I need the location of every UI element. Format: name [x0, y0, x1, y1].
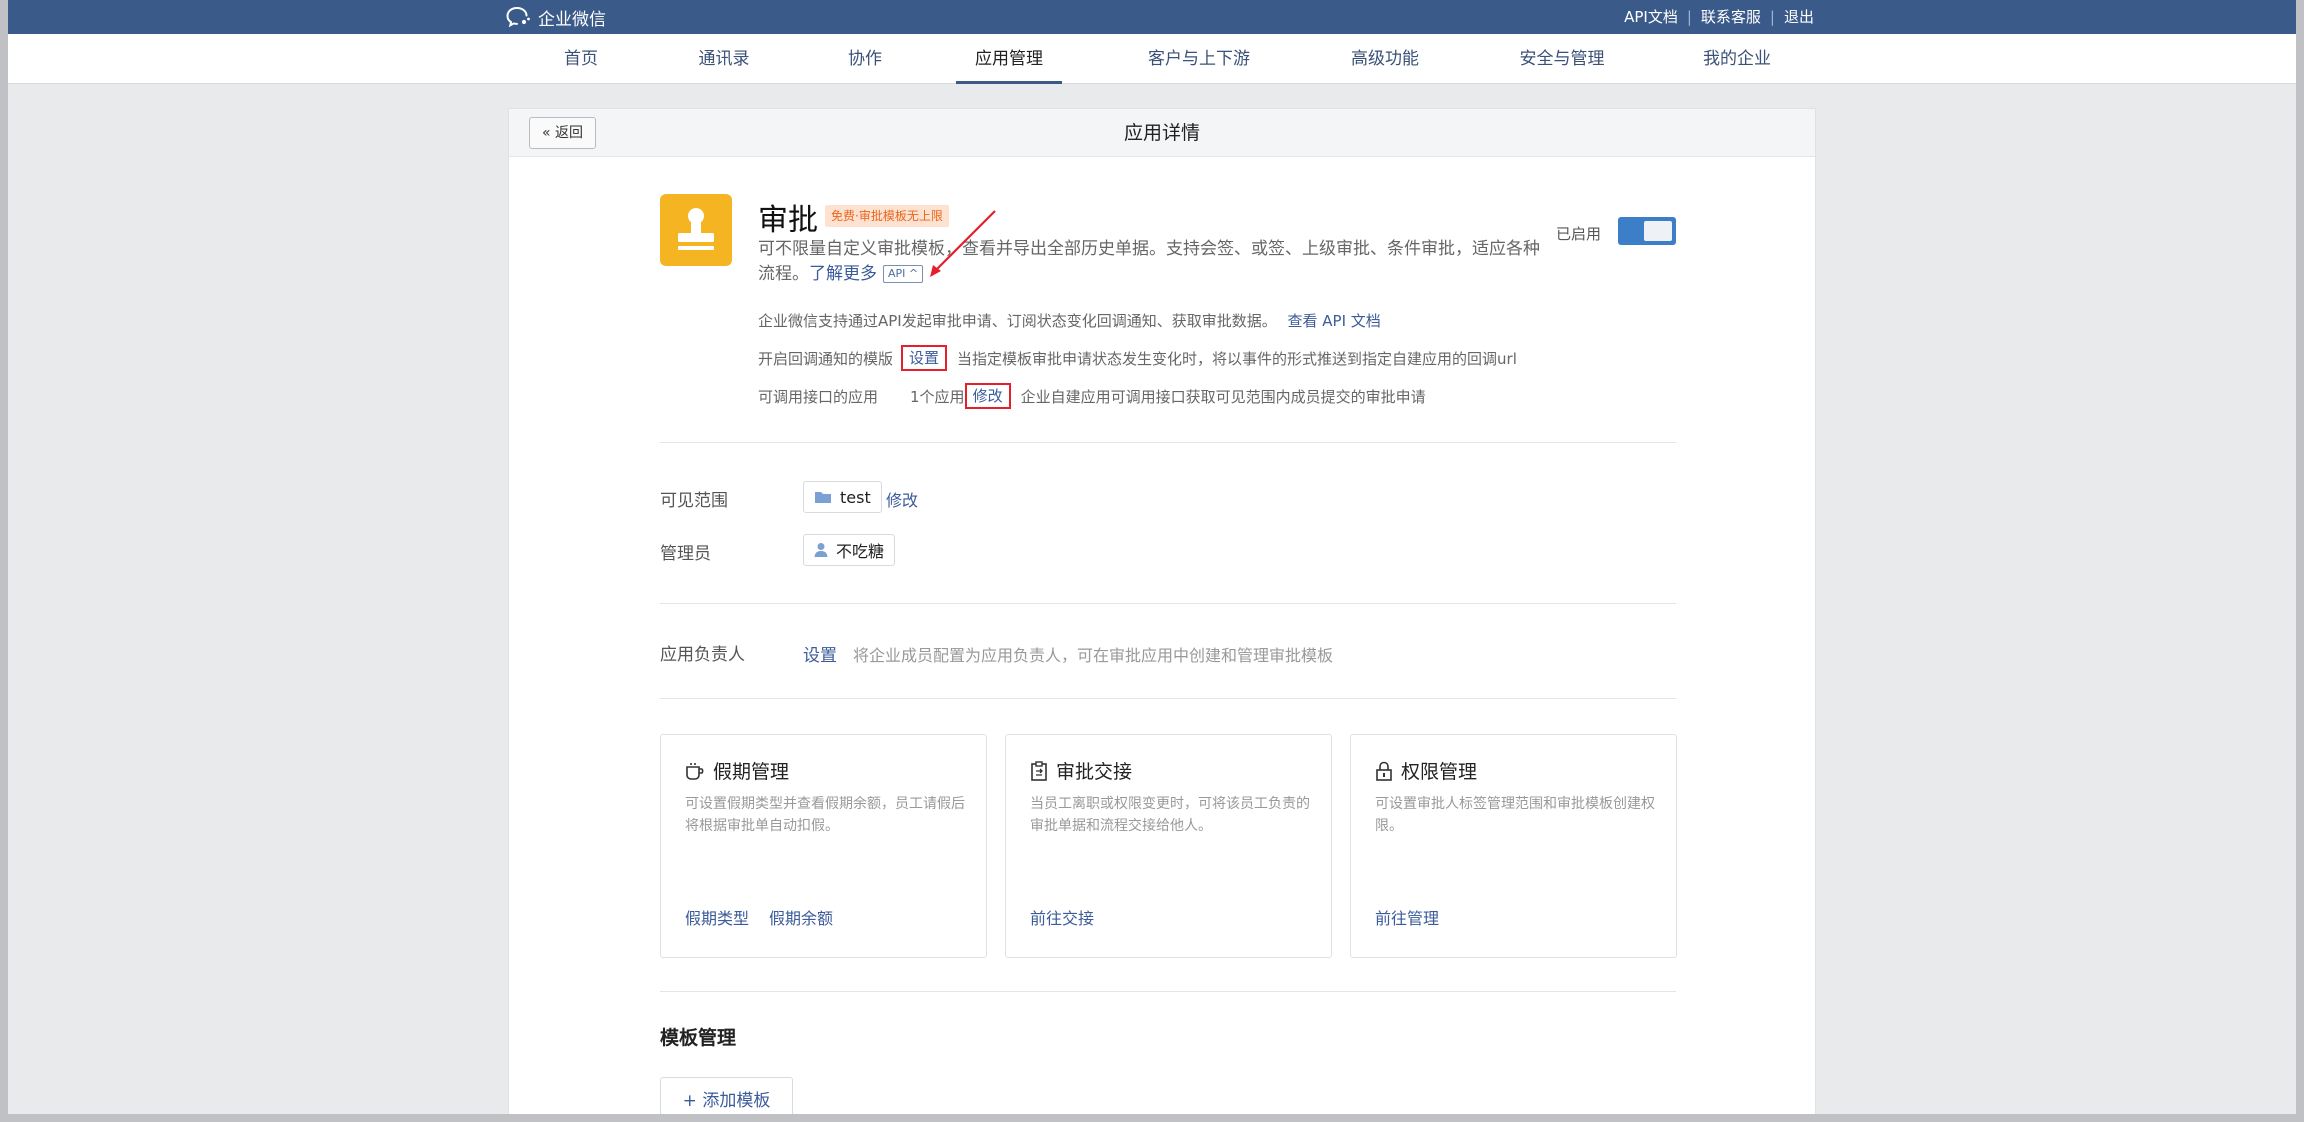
top-link-separator: |: [1686, 7, 1692, 26]
owner-set-link[interactable]: 设置: [803, 641, 837, 666]
permission-card-title: 权限管理: [1375, 757, 1477, 784]
enable-toggle[interactable]: [1618, 217, 1676, 245]
leave-balance-link[interactable]: 假期余额: [769, 905, 833, 929]
nav-collaboration[interactable]: 协作: [842, 34, 888, 84]
visibility-chip: test: [803, 481, 882, 513]
app-icon: [660, 194, 732, 266]
nav-app-management[interactable]: 应用管理: [956, 34, 1062, 84]
template-section-title: 模板管理: [660, 1027, 737, 1049]
handover-card-title-text: 审批交接: [1056, 761, 1133, 783]
leave-card-desc: 可设置假期类型并查看假期余额，员工请假后将根据审批单自动扣假。: [685, 796, 965, 834]
cup-icon: [686, 762, 704, 780]
callable-modify-link[interactable]: 修改: [964, 383, 1011, 409]
api-toggle-tag[interactable]: API ^: [883, 265, 924, 283]
add-template-button[interactable]: + 添加模板: [660, 1077, 793, 1114]
top-bar: 企业微信 API文档 | 联系客服 | 退出: [8, 0, 2296, 34]
top-link-separator: |: [1769, 7, 1775, 26]
logout-link[interactable]: 退出: [1784, 6, 1814, 27]
handover-card-links: 前往交接: [1030, 905, 1094, 929]
wecom-logo-icon: [506, 7, 530, 28]
leave-card-links: 假期类型 假期余额: [685, 905, 833, 929]
handover-card-desc: 当员工离职或权限变更时，可将该员工负责的审批单据和流程交接给他人。: [1030, 796, 1310, 834]
app-description: 可不限量自定义审批模板，查看并导出全部历史单据。支持会签、或签、上级审批、条件审…: [758, 237, 1548, 287]
handover-card: 审批交接 当员工离职或权限变更时，可将该员工负责的审批单据和流程交接给他人。 前…: [1005, 734, 1332, 958]
main-nav: 首页 通讯录 协作 应用管理 客户与上下游 高级功能 安全与管理 我的企业: [8, 34, 2296, 84]
handover-card-title: 审批交接: [1030, 757, 1132, 784]
toggle-knob: [1644, 221, 1672, 241]
divider: [660, 442, 1676, 443]
visibility-chip-text: test: [840, 487, 871, 507]
divider: [660, 698, 1676, 699]
admin-chip: 不吃糖: [803, 534, 896, 566]
logo-text: 企业微信: [538, 9, 606, 30]
callable-desc: 企业自建应用可调用接口获取可见范围内成员提交的审批申请: [1020, 387, 1426, 406]
leave-management-card: 假期管理 可设置假期类型并查看假期余额，员工请假后将根据审批单自动扣假。 假期类…: [660, 734, 987, 958]
api-doc-link[interactable]: API文档: [1624, 6, 1678, 27]
lock-icon: [1376, 761, 1392, 781]
add-template-label: 添加模板: [702, 1091, 771, 1111]
leave-type-link[interactable]: 假期类型: [685, 905, 749, 929]
nav-contacts[interactable]: 通讯录: [696, 34, 752, 84]
page-title: 应用详情: [1123, 122, 1200, 144]
divider: [660, 991, 1676, 992]
go-handover-link[interactable]: 前往交接: [1030, 905, 1094, 929]
annotation-arrow-icon: [930, 210, 996, 277]
nav-my-enterprise[interactable]: 我的企业: [1696, 34, 1778, 84]
view-api-doc-link[interactable]: 查看 API 文档: [1288, 312, 1381, 330]
admin-chip-text: 不吃糖: [836, 542, 885, 561]
nav-security[interactable]: 安全与管理: [1512, 34, 1612, 84]
callable-apps-row: 可调用接口的应用 1个应用 修改 企业自建应用可调用接口获取可见范围内成员提交的…: [758, 383, 1426, 409]
user-icon: [814, 543, 828, 557]
nav-customers[interactable]: 客户与上下游: [1144, 34, 1254, 84]
go-manage-link[interactable]: 前往管理: [1375, 905, 1439, 929]
card-header: « 返回 应用详情: [509, 109, 1815, 157]
leave-card-title-text: 假期管理: [713, 761, 790, 783]
permission-card: 权限管理 可设置审批人标签管理范围和审批模板创建权限。 前往管理: [1350, 734, 1677, 958]
nav-advanced[interactable]: 高级功能: [1344, 34, 1426, 84]
app-name: 审批: [758, 203, 818, 238]
status-label: 已启用: [1556, 225, 1602, 243]
callback-row: 开启回调通知的模版 设置 当指定模板审批申请状态发生变化时，将以事件的形式推送到…: [758, 345, 1517, 371]
callback-set-link[interactable]: 设置: [901, 345, 948, 371]
stamp-icon: [678, 208, 714, 250]
owner-label: 应用负责人: [660, 645, 745, 665]
visibility-label: 可见范围: [660, 491, 728, 511]
app-detail-card: « 返回 应用详情 审批 免费·审批模板无上限 可不限量自定义审批模板，查看并导…: [508, 108, 1816, 1114]
browser-frame: 企业微信 API文档 | 联系客服 | 退出 首页 通讯录 协作 应用管理 客户…: [0, 0, 2304, 1122]
plus-icon: +: [682, 1091, 697, 1111]
admin-label: 管理员: [660, 544, 711, 564]
learn-more-link[interactable]: 了解更多: [809, 264, 877, 284]
callback-label: 开启回调通知的模版: [758, 349, 894, 368]
permission-card-desc: 可设置审批人标签管理范围和审批模板创建权限。: [1375, 796, 1655, 834]
leave-card-title: 假期管理: [685, 757, 789, 784]
callback-desc: 当指定模板审批申请状态发生变化时，将以事件的形式推送到指定自建应用的回调url: [957, 349, 1517, 368]
owner-desc: 将企业成员配置为应用负责人，可在审批应用中创建和管理审批模板: [853, 646, 1334, 665]
api-info-line: 企业微信支持通过API发起审批申请、订阅状态变化回调通知、获取审批数据。 查看 …: [758, 310, 1381, 331]
clipboard-icon: [1031, 760, 1047, 781]
support-link[interactable]: 联系客服: [1701, 6, 1761, 27]
nav-home[interactable]: 首页: [556, 34, 606, 84]
top-links: API文档 | 联系客服 | 退出: [1624, 6, 1814, 27]
callable-count: 1个应用: [910, 387, 965, 406]
permission-card-links: 前往管理: [1375, 905, 1439, 929]
logo[interactable]: 企业微信: [506, 4, 606, 30]
folder-icon: [815, 492, 831, 503]
api-info-text: 企业微信支持通过API发起审批申请、订阅状态变化回调通知、获取审批数据。: [758, 312, 1277, 330]
callable-label: 可调用接口的应用: [758, 387, 879, 406]
divider: [660, 603, 1676, 604]
permission-card-title-text: 权限管理: [1401, 761, 1478, 783]
visibility-modify-link[interactable]: 修改: [886, 487, 918, 511]
